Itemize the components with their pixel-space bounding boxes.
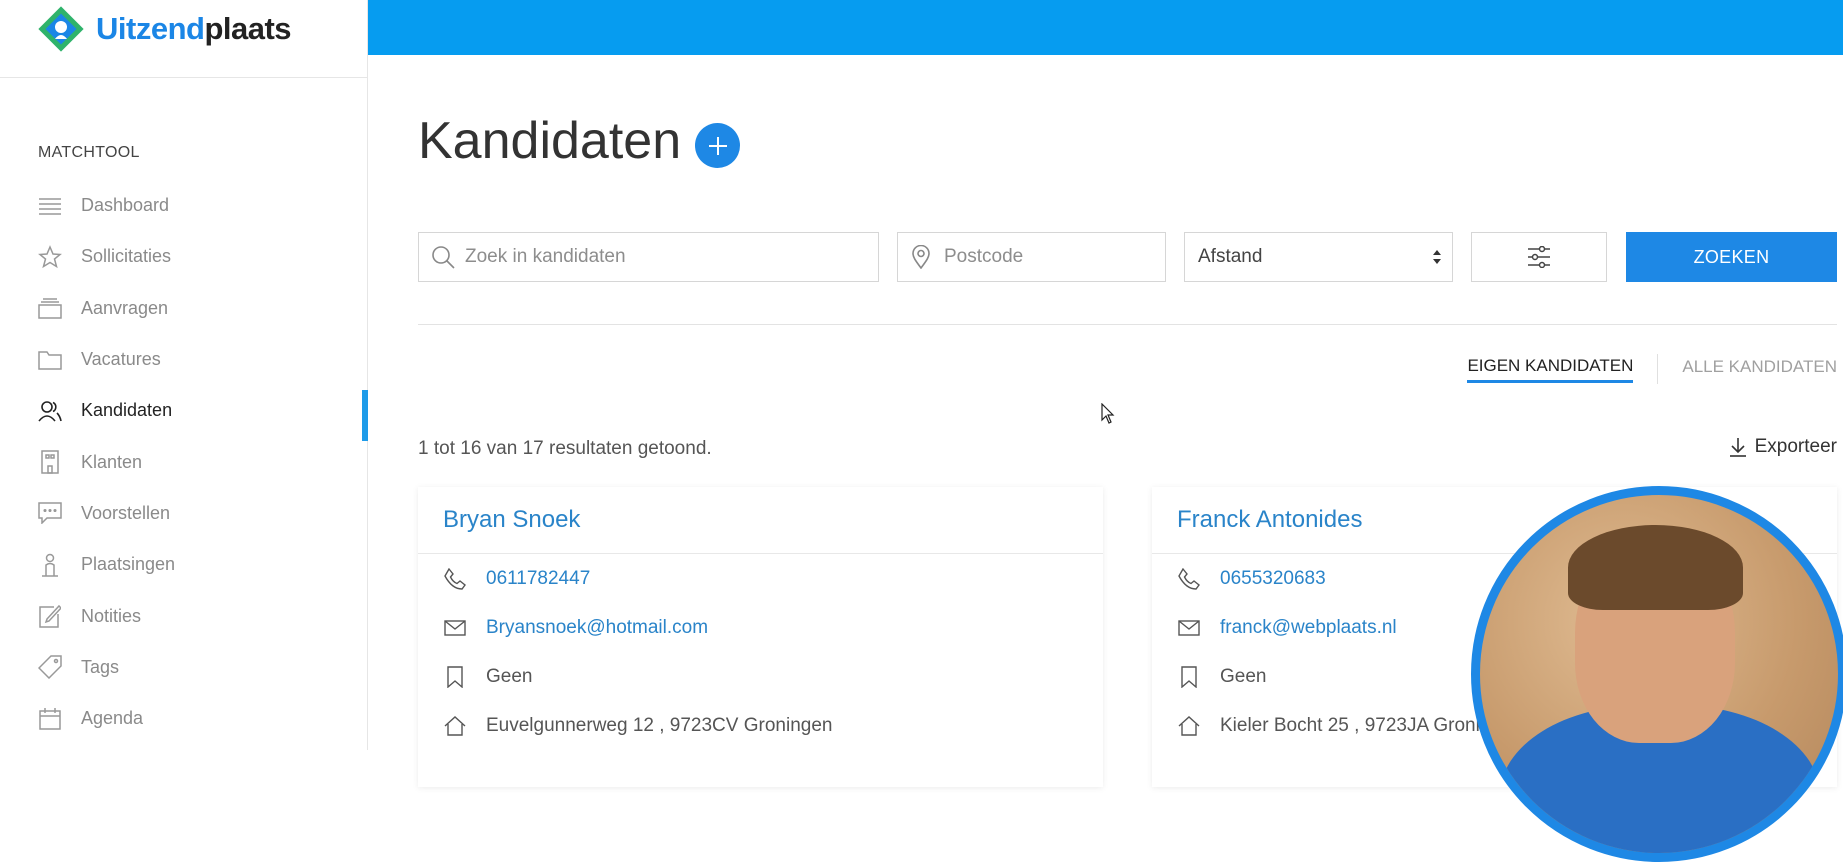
sidebar-item-label: Voorstellen <box>81 502 171 523</box>
tab-separator <box>1657 354 1659 384</box>
candidate-tag: Geen <box>1220 665 1267 687</box>
results-count: 1 tot 16 van 17 resultaten getoond. <box>418 438 712 459</box>
candidate-tabs: EIGEN KANDIDATEN ALLE KANDIDATEN <box>1467 354 1837 384</box>
search-field[interactable] <box>418 232 879 282</box>
home-icon <box>442 715 468 736</box>
sidebar-item-voorstellen[interactable]: Voorstellen <box>0 488 368 539</box>
mail-icon <box>442 619 468 636</box>
candidate-email-row: Bryansnoek@hotmail.com <box>418 603 1103 652</box>
sidebar-item-sollicitaties[interactable]: Sollicitaties <box>0 231 368 282</box>
star-icon <box>38 245 62 269</box>
sidebar-item-tags[interactable]: Tags <box>0 642 368 693</box>
sidebar-item-label: Sollicitaties <box>81 246 172 267</box>
sidebar-nav: Dashboard Sollicitaties Aanvragen Vacatu… <box>0 180 368 744</box>
candidate-name[interactable]: Bryan Snoek <box>418 487 1103 554</box>
candidate-tag: Geen <box>486 665 533 687</box>
sliders-icon <box>1528 246 1550 268</box>
tab-alle-kandidaten[interactable]: ALLE KANDIDATEN <box>1682 357 1837 381</box>
download-icon <box>1729 438 1746 457</box>
mouse-cursor-icon <box>1101 403 1115 424</box>
candidate-phone[interactable]: 0611782447 <box>486 568 590 590</box>
folder-icon <box>38 348 62 372</box>
divider <box>418 324 1837 325</box>
distance-select[interactable]: Afstand <box>1184 232 1453 282</box>
add-candidate-button[interactable] <box>695 123 740 168</box>
sidebar-item-label: Klanten <box>81 451 143 472</box>
sidebar-item-vacatures[interactable]: Vacatures <box>0 334 368 385</box>
phone-icon <box>1176 567 1202 590</box>
stack-icon <box>38 296 62 320</box>
bookmark-icon <box>1176 665 1202 688</box>
sidebar-item-dashboard[interactable]: Dashboard <box>0 180 368 231</box>
search-input[interactable] <box>465 246 878 268</box>
edit-icon <box>38 604 62 628</box>
home-icon <box>1176 715 1202 736</box>
candidate-phone[interactable]: 0655320683 <box>1220 568 1326 590</box>
sidebar: Uitzendplaats MATCHTOOL Dashboard Sollic… <box>0 0 368 750</box>
sidebar-item-label: Plaatsingen <box>81 554 176 575</box>
distance-select-value: Afstand <box>1198 246 1263 267</box>
candidate-email[interactable]: Bryansnoek@hotmail.com <box>486 617 708 639</box>
sidebar-item-label: Vacatures <box>81 349 161 370</box>
phone-icon <box>442 567 468 590</box>
map-pin-icon <box>912 245 930 269</box>
chat-icon <box>38 501 62 525</box>
webcam-hair <box>1568 525 1743 610</box>
sidebar-divider <box>0 77 368 78</box>
tag-icon <box>38 655 62 680</box>
users-icon <box>38 399 62 423</box>
page-title: Kandidaten <box>418 112 682 170</box>
sidebar-item-label: Notities <box>81 605 142 626</box>
top-bar <box>368 0 1843 55</box>
candidate-phone-row: 0611782447 <box>418 554 1103 603</box>
search-button[interactable]: ZOEKEN <box>1626 232 1837 282</box>
sidebar-item-agenda[interactable]: Agenda <box>0 693 368 744</box>
tab-eigen-kandidaten[interactable]: EIGEN KANDIDATEN <box>1467 356 1634 383</box>
candidate-email[interactable]: franck@webplaats.nl <box>1220 617 1397 639</box>
sidebar-item-label: Agenda <box>81 708 144 729</box>
filter-button[interactable] <box>1471 232 1607 282</box>
select-arrows-icon <box>1433 250 1441 264</box>
sidebar-item-label: Dashboard <box>81 195 170 216</box>
export-label: Exporteer <box>1754 436 1837 457</box>
sidebar-item-label: Tags <box>81 656 120 677</box>
bookmark-icon <box>442 665 468 688</box>
logo-icon <box>38 6 84 52</box>
candidate-tag-row: Geen <box>418 652 1103 701</box>
postcode-input[interactable] <box>944 246 1165 268</box>
webcam-overlay <box>1471 486 1843 862</box>
export-button[interactable]: Exporteer <box>1729 436 1837 458</box>
sidebar-item-notities[interactable]: Notities <box>0 590 368 641</box>
candidate-address: Kieler Bocht 25 , 9723JA Groni <box>1220 714 1480 736</box>
sidebar-item-kandidaten[interactable]: Kandidaten <box>0 385 368 442</box>
building-icon <box>38 450 62 474</box>
calendar-icon <box>38 707 62 731</box>
person-icon <box>38 553 62 577</box>
sidebar-item-klanten[interactable]: Klanten <box>0 436 368 487</box>
search-icon <box>432 246 455 269</box>
logo[interactable]: Uitzendplaats <box>38 6 292 52</box>
plus-icon <box>708 136 727 155</box>
candidate-address-row: Euvelgunnerweg 12 , 9723CV Groningen <box>418 701 1103 750</box>
sidebar-item-aanvragen[interactable]: Aanvragen <box>0 283 368 334</box>
postcode-field[interactable] <box>897 232 1166 282</box>
sidebar-item-label: Aanvragen <box>81 297 169 318</box>
sidebar-item-plaatsingen[interactable]: Plaatsingen <box>0 539 368 590</box>
candidate-address: Euvelgunnerweg 12 , 9723CV Groningen <box>486 714 833 736</box>
sidebar-item-label: Kandidaten <box>81 400 173 421</box>
menu-lines-icon <box>38 194 62 218</box>
mail-icon <box>1176 619 1202 636</box>
candidate-card: Bryan Snoek 0611782447 Bryansnoek@hotmai… <box>418 487 1103 787</box>
logo-text: Uitzendplaats <box>96 11 292 46</box>
sidebar-section-label: MATCHTOOL <box>38 144 140 161</box>
